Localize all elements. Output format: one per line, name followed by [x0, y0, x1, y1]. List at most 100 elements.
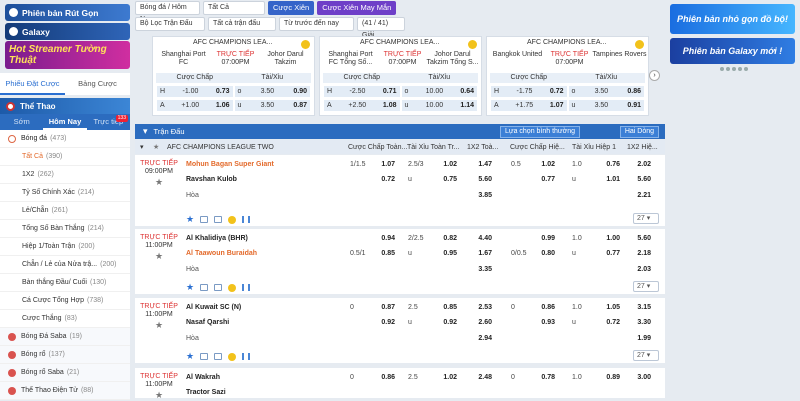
combo-bet-button[interactable]: Cược Xiên: [268, 1, 315, 15]
tab-early[interactable]: Sớm: [0, 114, 43, 130]
more-markets-button[interactable]: 27 ▾: [633, 350, 659, 361]
odds-cell[interactable]: o 3.50 0.86: [568, 86, 644, 97]
odds-cell[interactable]: 3.00: [627, 374, 651, 381]
sidebar-header[interactable]: Thể Thao: [0, 98, 130, 114]
odds-cell[interactable]: 0.76: [597, 161, 620, 168]
odds-cell[interactable]: o 3.50 0.90: [234, 86, 310, 97]
odds-cell[interactable]: 0.72: [597, 319, 620, 326]
sidebar-item-market[interactable]: Hiệp 1/Toàn Trận (200): [0, 238, 130, 256]
odds-cell[interactable]: 0.80: [533, 250, 555, 257]
odds-cell[interactable]: 4.40: [466, 235, 492, 242]
odds-cell[interactable]: H -1.00 0.73: [157, 86, 233, 97]
next-card-arrow[interactable]: ›: [649, 70, 660, 81]
banner-hot-streamer[interactable]: Hot Streamer Tường Thuật: [5, 41, 130, 69]
sidebar-item-market[interactable]: Tỷ Số Chính Xác (214): [0, 184, 130, 202]
odds-cell[interactable]: 1.47: [466, 161, 492, 168]
info-icon[interactable]: [200, 353, 209, 360]
banner-galaxy[interactable]: Galaxy: [5, 23, 130, 40]
favorite-icon[interactable]: ★: [186, 282, 194, 293]
odds-cell[interactable]: 0.99: [533, 235, 555, 242]
odds-cell[interactable]: 3.35: [466, 266, 492, 273]
info-icon[interactable]: [200, 216, 209, 223]
odds-cell[interactable]: 2.03: [627, 266, 651, 273]
featured-match-card[interactable]: AFC CHAMPIONS LEA... Bangkok United TRỰC…: [486, 36, 649, 116]
odds-cell[interactable]: 0.77: [533, 176, 555, 183]
banner-compact-version[interactable]: Phiên bản Rút Gọn: [5, 4, 130, 21]
more-markets-button[interactable]: 27 ▾: [633, 281, 659, 292]
odds-cell[interactable]: 1.00: [597, 235, 620, 242]
odds-cell[interactable]: 2.48: [466, 374, 492, 381]
sidebar-item-sport[interactable]: Thể Thao Điện Tử (88): [0, 382, 130, 400]
market-select[interactable]: Tất Cả: [203, 1, 265, 15]
chart-icon[interactable]: [242, 284, 251, 291]
odds-cell[interactable]: 0.86: [533, 304, 555, 311]
favorite-star-icon[interactable]: ★: [155, 251, 163, 262]
odds-cell[interactable]: 0.87: [373, 304, 395, 311]
odds-cell[interactable]: 2.18: [627, 250, 651, 257]
odds-cell[interactable]: u 3.50 0.87: [234, 100, 310, 111]
odds-cell[interactable]: 2.21: [627, 192, 651, 199]
odds-cell[interactable]: 0.94: [373, 235, 395, 242]
featured-match-card[interactable]: AFC CHAMPIONS LEA... Shanghai Port FC Tổ…: [319, 36, 482, 116]
lucky-combo-button[interactable]: Cược Xiên May Mắn: [317, 1, 397, 15]
sidebar-item-market[interactable]: Cá Cược Tổng Hợp (738): [0, 292, 130, 310]
odds-cell[interactable]: 0.92: [435, 319, 457, 326]
odds-cell[interactable]: 0.77: [597, 250, 620, 257]
odds-cell[interactable]: 5.60: [466, 176, 492, 183]
tab-live[interactable]: Trực tiếp 133: [87, 114, 130, 130]
line-select[interactable]: Hai Dòng: [619, 126, 659, 138]
odds-cell[interactable]: 0.95: [435, 250, 457, 257]
banner-right-compact[interactable]: Phiên bản nhỏ gọn đồ bộ!: [670, 4, 795, 34]
tab-today[interactable]: Hôm Nay: [43, 114, 87, 130]
chart-icon[interactable]: [242, 353, 251, 360]
star-icon[interactable]: ★: [153, 143, 159, 151]
live-icon[interactable]: [228, 215, 237, 224]
odds-cell[interactable]: 1.02: [435, 374, 457, 381]
odds-cell[interactable]: 0.86: [373, 374, 395, 381]
odds-cell[interactable]: 0.89: [597, 374, 620, 381]
sidebar-item-market[interactable]: Cược Thắng (83): [0, 310, 130, 328]
favorite-star-icon[interactable]: ★: [155, 177, 163, 188]
odds-cell[interactable]: H -2.50 0.71: [324, 86, 400, 97]
odds-cell[interactable]: A +1.75 1.07: [491, 100, 567, 111]
odds-cell[interactable]: 1.99: [627, 335, 651, 342]
odds-cell[interactable]: 1.67: [466, 250, 492, 257]
odds-cell[interactable]: 2.02: [627, 161, 651, 168]
tab-odds-board[interactable]: Bảng Cược: [65, 73, 130, 95]
league-filter-select[interactable]: Bộ Lọc Trận Đấu: [135, 17, 205, 31]
more-markets-button[interactable]: 27 ▾: [633, 213, 659, 224]
sidebar-item-market[interactable]: 1X2 (262): [0, 166, 130, 184]
live-icon[interactable]: [228, 352, 237, 361]
favorite-star-icon[interactable]: ★: [155, 390, 163, 401]
odds-cell[interactable]: 1.01: [597, 176, 620, 183]
stats-icon[interactable]: [214, 284, 223, 291]
favorite-icon[interactable]: [301, 40, 310, 49]
view-select[interactable]: Lựa chọn bình thường: [499, 126, 580, 138]
odds-cell[interactable]: 3.15: [627, 304, 651, 311]
odds-cell[interactable]: A +2.50 1.08: [324, 100, 400, 111]
favorite-icon[interactable]: ★: [186, 351, 194, 362]
odds-cell[interactable]: H -1.75 0.72: [491, 86, 567, 97]
stats-icon[interactable]: [214, 353, 223, 360]
odds-cell[interactable]: 0.72: [373, 176, 395, 183]
odds-cell[interactable]: 0.85: [373, 250, 395, 257]
odds-cell[interactable]: 5.60: [627, 235, 651, 242]
sidebar-item-football[interactable]: Bóng đá (473): [0, 130, 130, 148]
odds-cell[interactable]: 5.60: [627, 176, 651, 183]
odds-cell[interactable]: 1.02: [533, 161, 555, 168]
favorite-icon[interactable]: [635, 40, 644, 49]
sidebar-item-market[interactable]: Lẻ/Chẵn (261): [0, 202, 130, 220]
collapse-icon[interactable]: ▾: [143, 126, 148, 137]
tab-betslip[interactable]: Phiếu Đặt Cược: [0, 73, 65, 95]
sort-select[interactable]: Từ trước đến nay: [279, 17, 354, 31]
odds-cell[interactable]: 2.60: [466, 319, 492, 326]
sidebar-item-market[interactable]: Tất Cả (390): [0, 148, 130, 166]
banner-right-galaxy[interactable]: Phiên bản Galaxy mới !: [670, 38, 795, 64]
odds-cell[interactable]: 0.82: [435, 235, 457, 242]
sidebar-item-sport[interactable]: Bóng rổ Saba (21): [0, 364, 130, 382]
odds-cell[interactable]: 3.85: [466, 192, 492, 199]
stats-icon[interactable]: [214, 216, 223, 223]
match-filter-select[interactable]: Tất cả trận đấu: [208, 17, 276, 31]
odds-cell[interactable]: o 10.00 0.64: [401, 86, 477, 97]
odds-cell[interactable]: A +1.00 1.06: [157, 100, 233, 111]
